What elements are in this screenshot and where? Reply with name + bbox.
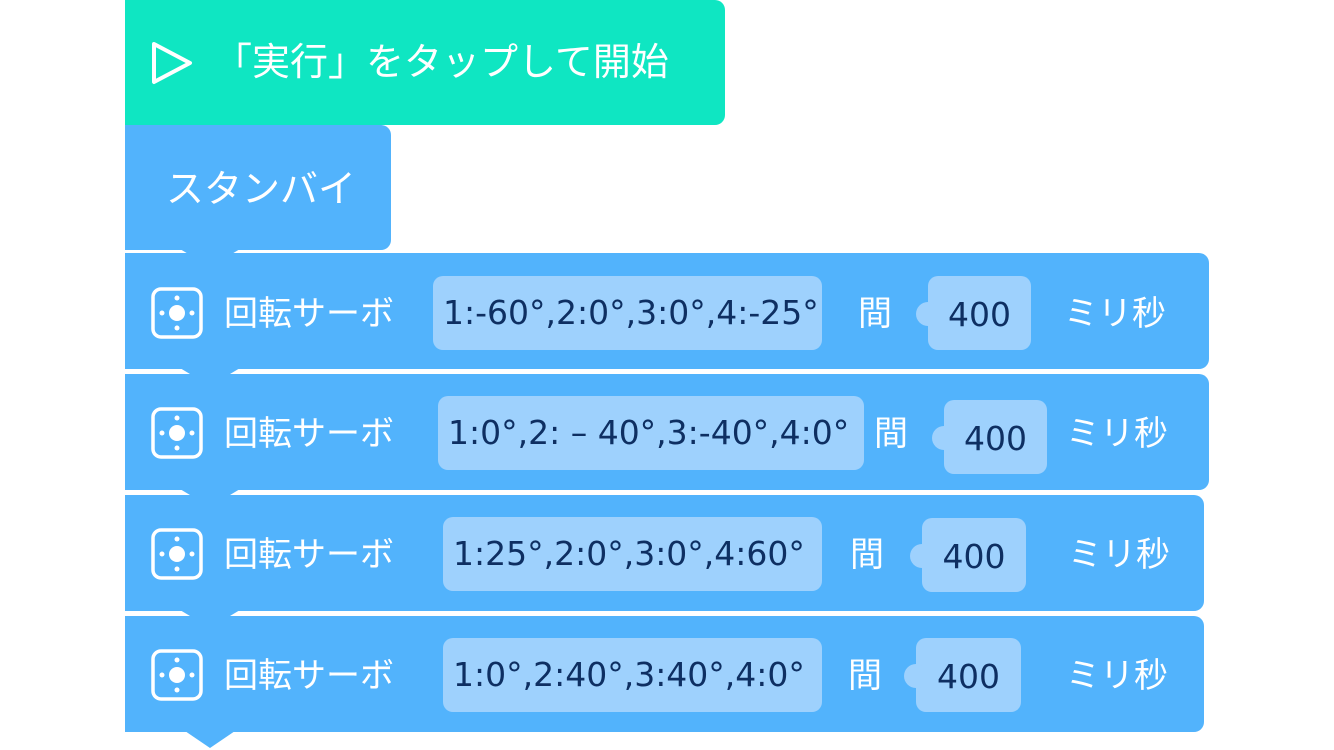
duration-prefix-label: 間 (874, 414, 908, 454)
servo-icon (151, 528, 203, 580)
duration-prefix-label: 間 (858, 294, 892, 334)
unit-label: ミリ秒 (1068, 535, 1170, 575)
unit-label: ミリ秒 (1066, 656, 1168, 696)
servo-icon (151, 649, 203, 701)
start-label: 「実行」をタップして開始 (214, 40, 669, 84)
servo-label: 回転サーボ (224, 414, 394, 454)
servo-label: 回転サーボ (224, 535, 394, 575)
angle-field[interactable]: 1:0°,2: – 40°,3:-40°,4:0° (438, 396, 864, 470)
duration-field[interactable]: 400 (916, 276, 1031, 350)
unit-label: ミリ秒 (1064, 294, 1166, 334)
standby-label: スタンバイ (166, 167, 357, 211)
duration-field[interactable]: 400 (932, 400, 1047, 474)
duration-field[interactable]: 400 (904, 638, 1021, 712)
play-icon (152, 42, 192, 84)
unit-label: ミリ秒 (1066, 414, 1168, 454)
servo-label: 回転サーボ (224, 294, 394, 334)
angle-field[interactable]: 1:0°,2:40°,3:40°,4:0° (443, 638, 822, 712)
servo-label: 回転サーボ (224, 656, 394, 696)
duration-prefix-label: 間 (850, 535, 884, 575)
servo-icon (151, 407, 203, 459)
angle-field[interactable]: 1:-60°,2:0°,3:0°,4:-25° (433, 276, 822, 350)
duration-prefix-label: 間 (848, 656, 882, 696)
connector-notch (185, 731, 235, 748)
servo-icon (151, 287, 203, 339)
duration-field[interactable]: 400 (910, 518, 1026, 592)
angle-field[interactable]: 1:25°,2:0°,3:0°,4:60° (443, 517, 822, 591)
